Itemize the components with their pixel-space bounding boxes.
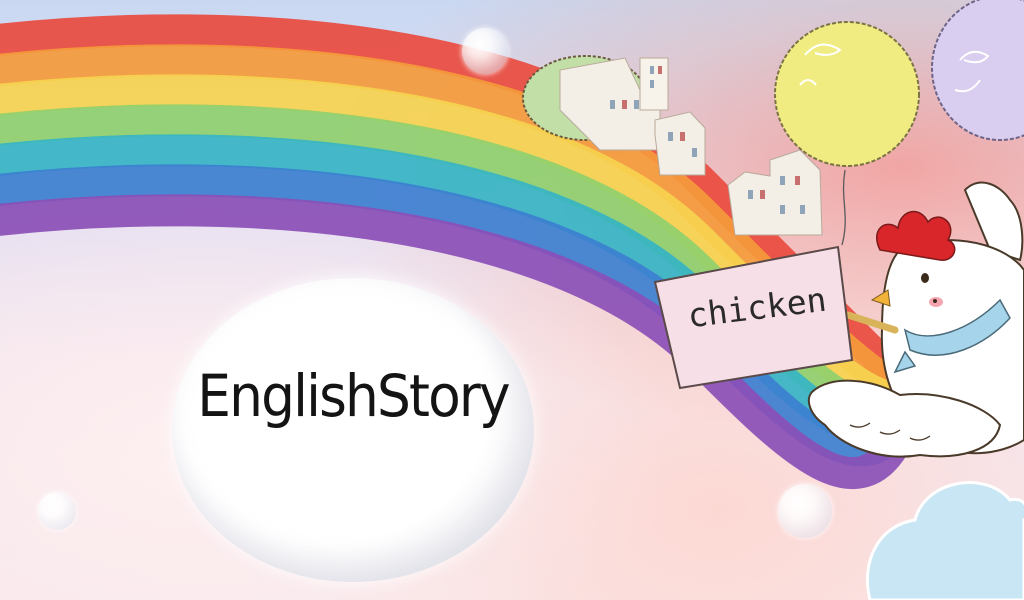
bubble-icon: [462, 28, 508, 74]
title-bubble[interactable]: [172, 278, 534, 582]
title-screen: EnglishStory chicken: [0, 0, 1024, 600]
chicken-icon: [653, 181, 1024, 458]
bubble-icon: [38, 492, 76, 530]
bubble-icon: [778, 484, 832, 538]
app-title: EnglishStory: [197, 362, 510, 430]
